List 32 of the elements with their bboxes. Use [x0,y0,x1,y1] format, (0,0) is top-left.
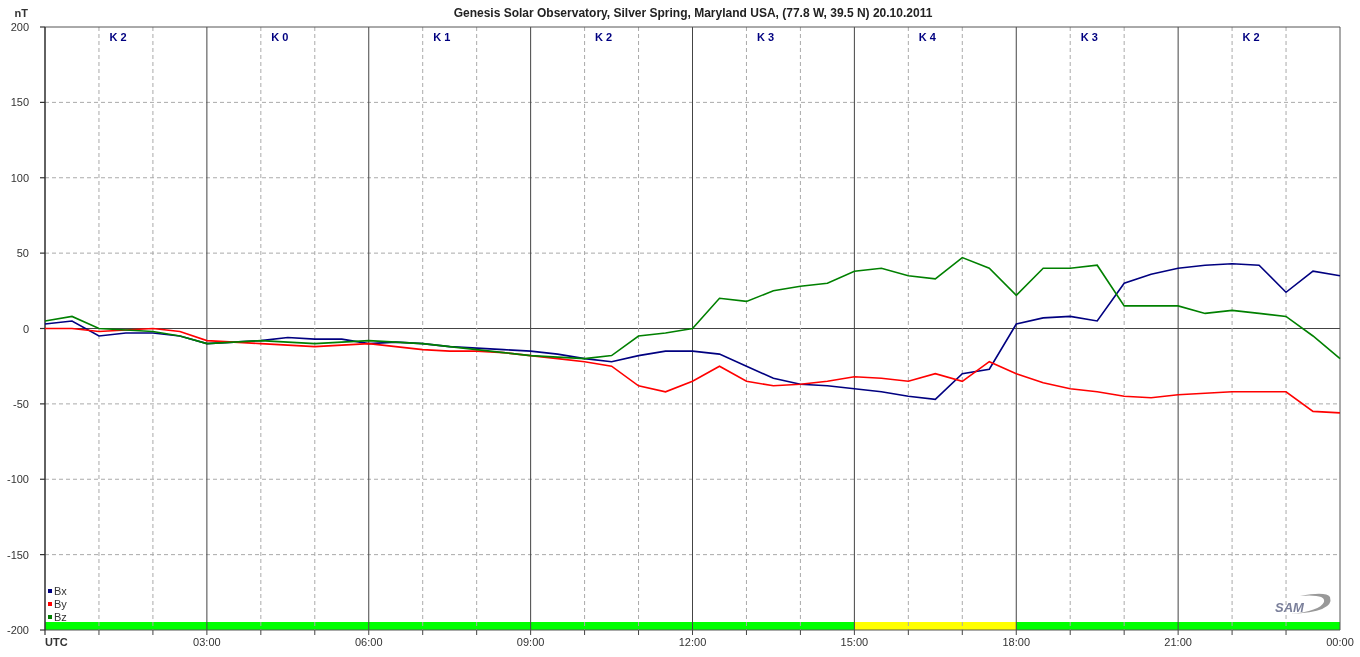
y-tick-label: -200 [6,624,29,636]
y-tick-label: -150 [6,548,29,561]
x-tick-label: 12:00 [678,636,707,648]
y-tick-label: -50 [13,397,29,410]
x-tick-label: UTC [45,636,68,648]
x-tick-label: 00:00 [1326,636,1354,648]
x-tick-label: 03:00 [193,636,221,648]
legend-label: Bz [54,611,67,623]
y-tick-label: -100 [6,473,29,486]
legend-label: By [54,598,67,610]
y-tick-label: 0 [22,322,29,335]
sam-logo: SAM [1275,593,1331,615]
k-index-label: K 2 [1242,31,1260,43]
k-index-label: K 2 [595,31,613,43]
legend-label: Bx [54,585,67,597]
y-tick-label: 50 [16,247,29,260]
k-index-label: K 4 [918,31,936,43]
k-index-label: K 0 [271,31,289,43]
k-index-label: K 1 [433,31,451,43]
k-index-label: K 3 [1080,31,1098,43]
chart-title: Genesis Solar Observatory, Silver Spring, Maryland USA, (77.8 W, 39.5 N) 20.10.2011 [453,6,933,20]
x-tick-label: 18:00 [1002,636,1030,648]
k-index-label: K 3 [756,31,775,43]
x-tick-label: 09:00 [516,636,545,648]
y-tick-label: 100 [10,171,29,184]
k-index-label: K 2 [109,31,127,43]
x-tick-label: 21:00 [1164,636,1192,648]
x-tick-label: 06:00 [355,636,383,648]
y-tick-label: 200 [10,21,29,33]
x-tick-label: 15:00 [840,636,869,648]
y-tick-label: 150 [10,96,29,109]
y-axis-label: nT [14,7,28,19]
